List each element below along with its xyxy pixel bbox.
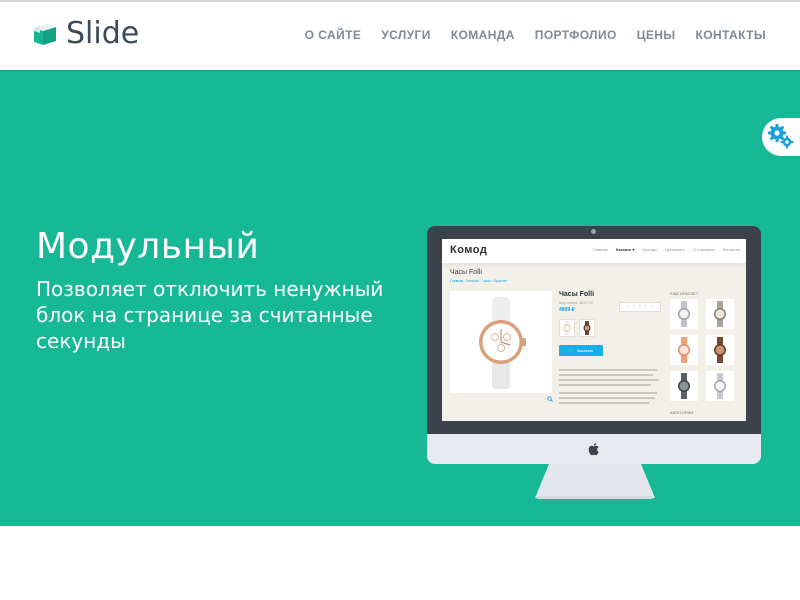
hero-subtitle: Позволяет отключить ненужный блок на стр…: [36, 277, 384, 353]
mock-desc-line: [559, 392, 657, 394]
cart-icon: 🛒: [568, 348, 574, 353]
nav-item-portfolio[interactable]: ПОРТФОЛИО: [535, 28, 617, 42]
monitor-stand-base: [537, 496, 653, 499]
main-nav: О САЙТЕ УСЛУГИ КОМАНДА ПОРТФОЛИО ЦЕНЫ КО…: [285, 28, 766, 42]
mock-product-code: Код товара: 4837-7/2: [559, 301, 593, 305]
mock-nav-item: Бренды: [642, 247, 657, 252]
nav-item-services[interactable]: УСЛУГИ: [381, 28, 431, 42]
mock-nav-item: Контакты: [722, 247, 740, 252]
mock-logo: Комод: [450, 244, 488, 256]
mock-rating[interactable]: ☆☆☆☆☆: [619, 302, 661, 312]
watch-thumb-image: [678, 337, 690, 363]
mock-header: Комод Главная Каталог ▾ Бренды Где купит…: [442, 239, 746, 263]
mock-product-photo: [450, 291, 552, 393]
mock-product-price: 4899 ₽: [559, 307, 575, 313]
settings-toggle[interactable]: [762, 118, 800, 156]
site-header: Slide О САЙТЕ УСЛУГИ КОМАНДА ПОРТФОЛИО Ц…: [0, 2, 800, 70]
box-logo-icon: [34, 23, 56, 45]
mock-page-title: Часы Folli: [450, 269, 482, 276]
watch-image: [479, 297, 526, 389]
mock-categories-title: КАТЕГОРИИ: [670, 410, 694, 415]
mock-desc-line: [559, 369, 657, 371]
mock-nav-item: Где купить: [664, 247, 685, 252]
nav-item-team[interactable]: КОМАНДА: [451, 28, 515, 42]
watch-thumb-image: [678, 373, 690, 399]
monitor-stand: [535, 464, 655, 498]
monitor-mockup: Комод Главная Каталог ▾ Бренды Где купит…: [427, 226, 761, 499]
camera-dot: [591, 229, 596, 234]
mock-nav-item: Главная: [592, 247, 608, 252]
nav-item-about[interactable]: О САЙТЕ: [305, 28, 361, 42]
mock-order-button[interactable]: 🛒 Заказать: [559, 345, 603, 356]
mock-breadcrumbs: Главная · Каталог · Часы · Браслет: [450, 279, 508, 283]
mock-desc-line: [559, 402, 649, 404]
mock-related-watch[interactable]: [706, 371, 734, 401]
watch-thumb-image: [583, 321, 591, 335]
watch-thumb-image: [714, 373, 726, 399]
monitor-bezel: Комод Главная Каталог ▾ Бренды Где купит…: [427, 226, 761, 434]
mock-related-watch[interactable]: [670, 335, 698, 365]
mock-thumb-white[interactable]: [559, 319, 575, 337]
mock-related-watch[interactable]: [706, 335, 734, 365]
mock-desc-line: [559, 384, 651, 386]
nav-item-contacts[interactable]: КОНТАКТЫ: [696, 28, 766, 42]
mock-related-watch[interactable]: [670, 371, 698, 401]
hero-section: Модульный Позволяет отключить ненужный б…: [0, 70, 800, 526]
mock-product-name: Часы Folli: [559, 291, 595, 298]
watch-thumb-image: [714, 301, 726, 327]
apple-logo-icon: [588, 443, 599, 456]
mock-related-watch[interactable]: [706, 299, 734, 329]
mock-desc-line: [559, 379, 659, 381]
mock-nav-item: О компании: [692, 247, 715, 252]
mock-order-label: Заказать: [576, 348, 594, 353]
mock-thumb-brown[interactable]: [579, 319, 595, 337]
logo-text: Slide: [66, 16, 140, 51]
page-below-fold: [0, 526, 800, 600]
watch-thumb-image: [563, 321, 571, 335]
nav-item-prices[interactable]: ЦЕНЫ: [637, 28, 676, 42]
monitor-screen: Комод Главная Каталог ▾ Бренды Где купит…: [442, 239, 746, 421]
watch-thumb-image: [678, 301, 690, 327]
hero-title: Модульный: [36, 226, 260, 267]
mock-nav-item: Каталог ▾: [615, 247, 635, 252]
mock-sidebar-title: ЕЩЕ БРАСЛЕТ: [670, 291, 699, 296]
mock-nav: Главная Каталог ▾ Бренды Где купить О ко…: [585, 247, 740, 252]
mock-desc-line: [559, 397, 655, 399]
mock-desc-line: [559, 374, 653, 376]
mock-related-watch[interactable]: [670, 299, 698, 329]
gear-icon: [768, 124, 794, 149]
zoom-icon[interactable]: [547, 396, 553, 402]
watch-thumb-image: [714, 337, 726, 363]
site-logo[interactable]: Slide: [32, 16, 139, 51]
